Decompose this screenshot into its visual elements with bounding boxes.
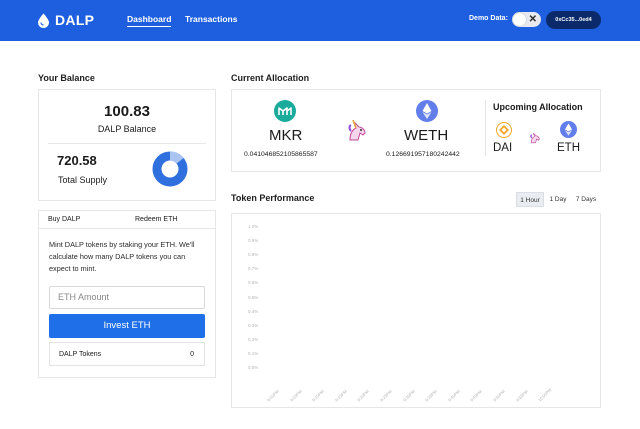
x-axis-tick: 9:50PM (492, 388, 506, 403)
y-axis-tick: 0.5% (248, 294, 259, 300)
y-axis-tick: 0.2% (248, 336, 259, 342)
x-axis-tick: 9:45PM (469, 388, 484, 403)
dai-icon (496, 122, 512, 138)
x-axis-tick: 9:05PM (288, 388, 303, 403)
upcoming-symbol-dai: DAI (493, 142, 513, 154)
x-axis-tick: 10:00PM (537, 387, 553, 403)
x-axis-tick: 9:15PM (333, 388, 348, 403)
invest-eth-button[interactable]: Invest ETH (49, 314, 205, 338)
unicorn-icon (348, 119, 366, 141)
y-axis-tick: 0.8% (248, 252, 259, 258)
y-axis-tick: 0.3% (248, 322, 259, 328)
unicorn-icon (530, 132, 540, 144)
allocation-section-title: Current Allocation (231, 73, 310, 83)
x-icon: ✕ (528, 14, 537, 25)
balance-section-title: Your Balance (38, 73, 95, 83)
top-navbar: DALP Dashboard Transactions Demo Data: ✕… (0, 0, 640, 41)
buy-description: Mint DALP tokens by staking your ETH. We… (49, 240, 195, 273)
y-axis-tick: 1.0% (248, 224, 259, 229)
balance-card: 100.83 DALP Balance 720.58 Total Supply (38, 89, 216, 201)
tab-buy-dalp[interactable]: Buy DALP (48, 216, 80, 223)
toggle-knob (513, 13, 526, 26)
x-axis-tick: 9:35PM (424, 388, 438, 403)
app-title: DALP (55, 12, 95, 28)
divider (48, 143, 206, 144)
total-supply-value: 720.58 (57, 153, 97, 168)
alloc-symbol-mkr: MKR (269, 127, 303, 144)
allocation-divider (485, 100, 486, 156)
dalp-balance-value: 100.83 (104, 103, 150, 120)
nav-tab-dashboard[interactable]: Dashboard (127, 14, 172, 27)
x-axis-tick: 9:10PM (311, 388, 325, 403)
supply-donut-chart (152, 151, 188, 187)
upcoming-symbol-eth: ETH (557, 142, 580, 154)
x-axis-tick: 9:00PM (266, 388, 280, 403)
allocation-card: MKR 0.041046852105865587 WETH 0.12669195… (231, 89, 601, 172)
dalp-tokens-row: DALP Tokens 0 (49, 342, 205, 366)
range-1-hour-button[interactable]: 1 Hour (516, 192, 544, 207)
alloc-symbol-weth: WETH (404, 127, 449, 144)
y-axis-tick: 0.7% (248, 266, 259, 272)
x-axis-tick: 9:55PM (514, 388, 529, 403)
y-axis-tick: 0.6% (248, 280, 259, 286)
performance-chart: 1.0% 0.9% 0.8% 0.7% 0.6% 0.5% 0.4% 0.3% 0.2% 0.1%… (231, 213, 601, 408)
nav-tab-transactions[interactable]: Transactions (185, 14, 237, 24)
demo-data-label: Demo Data: (469, 15, 508, 22)
range-1-day-button[interactable]: 1 Day (546, 192, 570, 207)
x-axis-tick: 9:30PM (401, 388, 416, 403)
x-axis-tick: 9:20PM (356, 388, 371, 403)
y-axis-tick: 0.1% (248, 350, 259, 356)
upcoming-allocation-title: Upcoming Allocation (493, 102, 583, 112)
total-supply-label: Total Supply (58, 175, 108, 185)
performance-section-title: Token Performance (231, 193, 315, 203)
y-axis-tick: 0.9% (248, 238, 259, 244)
y-axis-tick: 0.0% (248, 365, 259, 370)
alloc-amount-weth: 0.126691957180242442 (386, 151, 460, 158)
dalp-tokens-label: DALP Tokens (59, 351, 102, 358)
demo-data-toggle[interactable]: ✕ (512, 12, 541, 27)
eth-amount-input[interactable]: ETH Amount (49, 286, 205, 309)
drop-icon (38, 13, 49, 28)
x-axis-tick: 9:25PM (379, 388, 393, 403)
eth-icon (416, 100, 438, 122)
dalp-balance-label: DALP Balance (97, 124, 157, 134)
tab-redeem-eth[interactable]: Redeem ETH (135, 216, 177, 223)
buy-redeem-tabs: Buy DALP Redeem ETH (39, 211, 215, 229)
dalp-tokens-value: 0 (190, 351, 194, 358)
y-axis-tick: 0.4% (248, 308, 259, 314)
eth-icon (560, 121, 577, 138)
x-axis-tick: 9:40PM (446, 388, 461, 403)
wallet-address-button[interactable]: 0xCc35...0ed4 (546, 11, 601, 29)
alloc-amount-mkr: 0.041046852105865587 (244, 151, 318, 158)
mkr-icon (274, 100, 296, 122)
app-logo[interactable]: DALP (37, 12, 94, 28)
buy-redeem-card: Buy DALP Redeem ETH Mint DALP tokens by … (38, 210, 216, 378)
range-7-days-button[interactable]: 7 Days (572, 192, 600, 207)
